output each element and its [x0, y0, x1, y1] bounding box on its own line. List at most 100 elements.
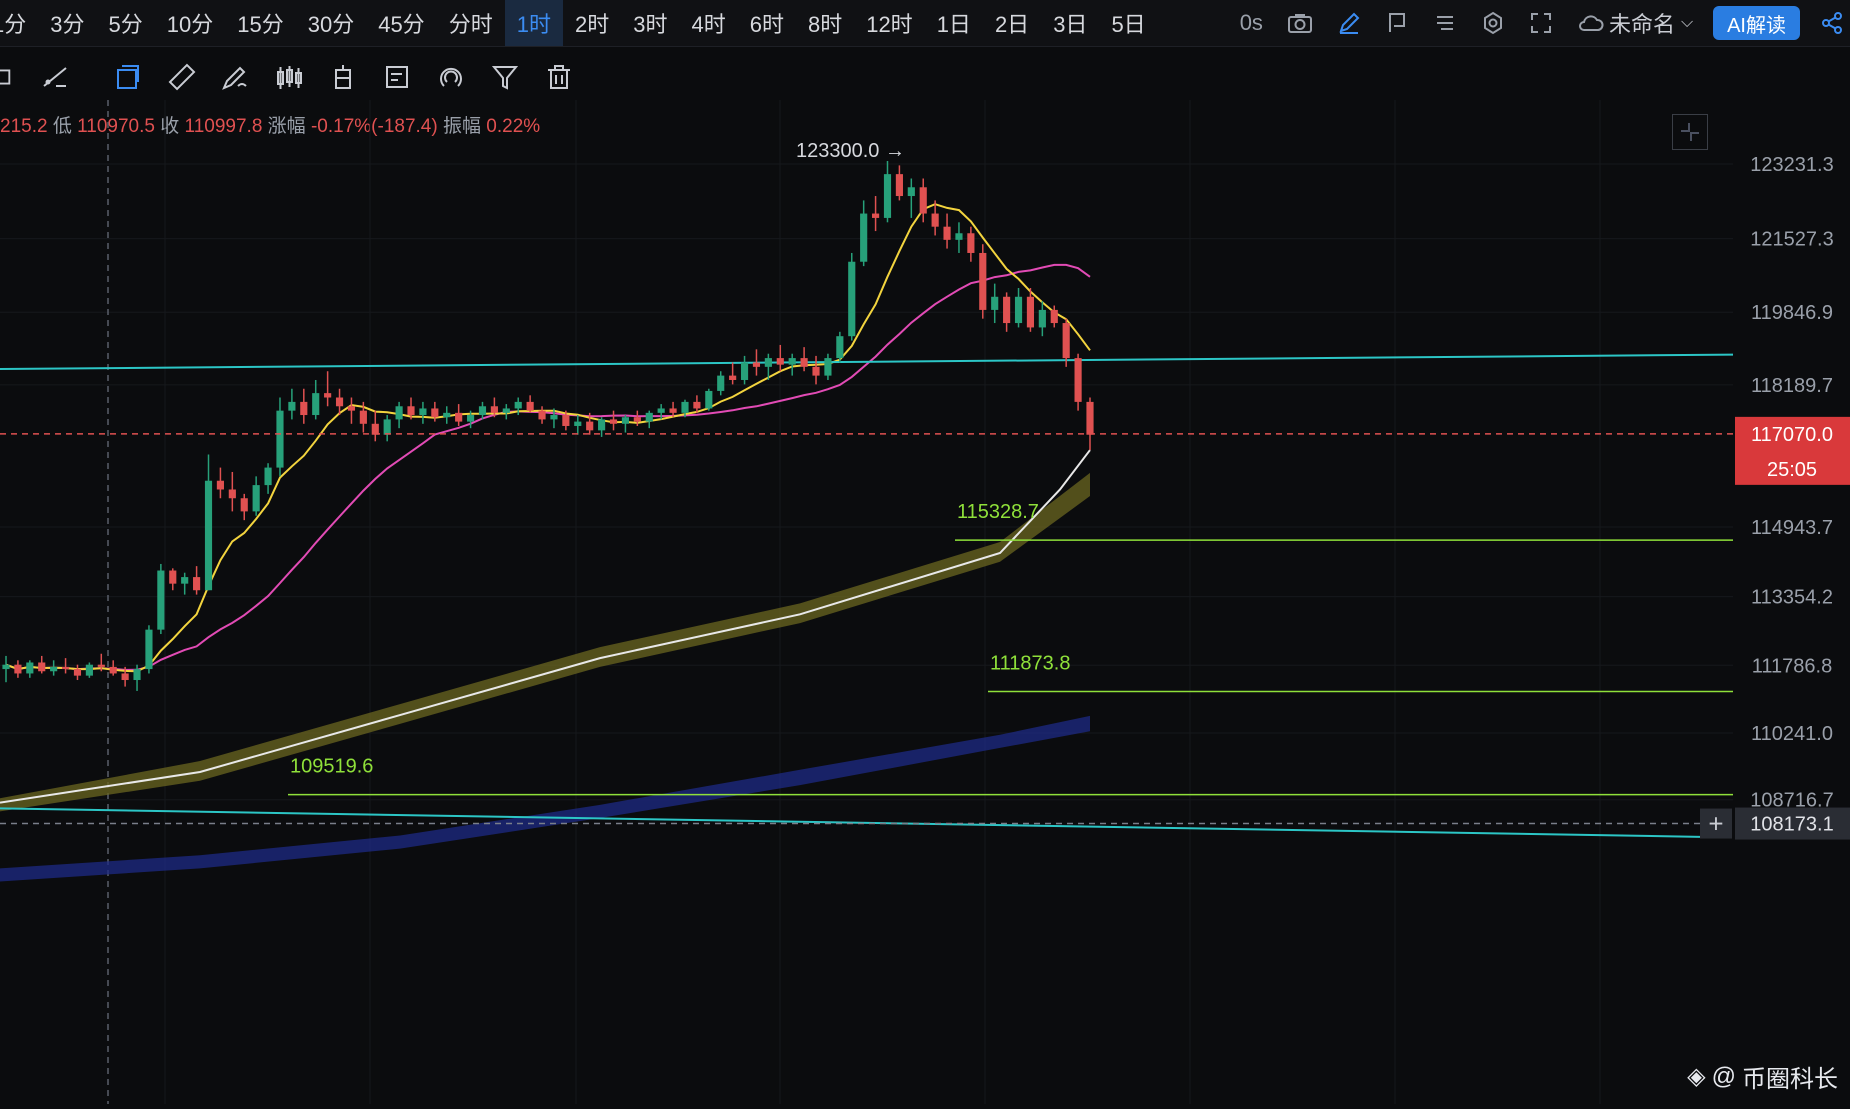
candle-body — [514, 401, 522, 409]
candle-body — [133, 669, 141, 681]
candle-body — [586, 421, 594, 431]
diamond-logo-icon: ◈ — [1687, 1063, 1706, 1090]
timeframe-tab[interactable]: 3时 — [621, 0, 679, 46]
pencil-icon[interactable] — [1325, 0, 1373, 46]
magnet-tool-icon[interactable] — [424, 52, 478, 102]
candle-body — [312, 393, 320, 416]
timeframe-tab[interactable]: 12时 — [854, 0, 924, 46]
candle-body — [693, 401, 701, 409]
timeframe-tab[interactable]: 45分 — [366, 0, 436, 46]
brush-tool-icon[interactable] — [208, 52, 262, 102]
price-axis-tick: 113354.2 — [1751, 587, 1833, 609]
trendline-tool-icon[interactable] — [28, 52, 82, 102]
settings-gear-icon[interactable] — [1469, 0, 1517, 46]
candle-body — [1038, 309, 1046, 328]
pink-ma-line — [5, 263, 1091, 671]
candle-body — [276, 410, 284, 468]
countdown-text: 25:05 — [1767, 459, 1817, 481]
candle-body — [85, 664, 93, 676]
price-axis-tick: 111786.8 — [1752, 655, 1832, 677]
candle-body — [919, 187, 927, 214]
ruler-tool-icon[interactable] — [154, 52, 208, 102]
timeframe-tab[interactable]: 2日 — [983, 0, 1041, 46]
candle-body — [788, 358, 796, 365]
timeframe-tab[interactable]: 5分 — [97, 0, 155, 46]
timeframe-tab[interactable]: 1分 — [0, 0, 38, 46]
indicator-icon[interactable] — [0, 52, 28, 102]
timeframe-tab[interactable]: 3日 — [1041, 0, 1099, 46]
timeframe-tab[interactable]: 6时 — [738, 0, 796, 46]
candlestick-chart[interactable]: 115328.7 111873.8 109519.6 123300.0 → 117070… — [0, 100, 1850, 1104]
candle-body — [347, 406, 356, 411]
timeframe-tab[interactable]: 1时 — [504, 0, 563, 46]
candle-body — [860, 213, 868, 262]
chart-area[interactable]: 115328.7 111873.8 109519.6 123300.0 → 117070… — [0, 100, 1850, 1104]
note-tool-icon[interactable] — [370, 52, 424, 102]
candle-body — [324, 393, 332, 398]
frame-tool-icon[interactable] — [100, 52, 154, 102]
candle-body — [764, 358, 772, 367]
countdown-toggle[interactable]: 0s — [1228, 0, 1275, 46]
timeframe-tab[interactable]: 5日 — [1099, 0, 1157, 46]
timeframe-tab[interactable]: 30分 — [296, 0, 366, 46]
candle-body — [61, 666, 70, 670]
yellow-ma-line — [5, 203, 1091, 673]
candle-body — [967, 233, 975, 253]
price-axis-tick: 118189.7 — [1751, 375, 1833, 397]
candle-body — [526, 401, 534, 411]
candle-body — [991, 296, 999, 310]
candle-body — [1062, 323, 1070, 359]
candle-body — [169, 570, 177, 584]
candle-body — [1074, 358, 1082, 402]
candle-body — [478, 406, 487, 416]
candle-body — [681, 401, 689, 413]
candle-body — [407, 406, 415, 416]
candle-body — [252, 485, 260, 512]
candle-body — [204, 480, 213, 591]
layout-name-dropdown[interactable]: 未命名 ⌵ — [1565, 0, 1705, 46]
timeframe-tab[interactable]: 3分 — [38, 0, 96, 46]
candle-body — [181, 577, 189, 584]
candle-body — [466, 415, 475, 422]
price-axis-tick: 123231.3 — [1750, 154, 1833, 176]
candle-body — [752, 362, 761, 367]
candle-body — [359, 410, 367, 424]
timeframe-tab[interactable]: 10分 — [155, 0, 225, 46]
candle-body — [955, 233, 963, 240]
candle-body — [645, 412, 653, 422]
price-axis-tick: 110241.0 — [1751, 723, 1833, 745]
menu-list-icon[interactable] — [1421, 0, 1469, 46]
crosshair-plus-icon: + — [1708, 809, 1723, 839]
candle-body — [669, 408, 677, 413]
position-tool-icon[interactable] — [316, 52, 370, 102]
timeframe-tab[interactable]: 分时 — [437, 0, 505, 46]
timeframe-tab[interactable]: 15分 — [225, 0, 295, 46]
candle-body — [883, 174, 892, 218]
candle-body — [1014, 296, 1023, 324]
candle-body — [50, 666, 58, 672]
candle-body — [907, 187, 915, 197]
alert-flag-icon[interactable] — [1373, 0, 1421, 46]
trash-icon[interactable] — [532, 52, 586, 102]
timeframe-tab[interactable]: 1日 — [925, 0, 983, 46]
filter-icon[interactable] — [478, 52, 532, 102]
candle-tool-icon[interactable] — [262, 52, 316, 102]
candle-body — [2, 664, 10, 670]
camera-icon[interactable] — [1275, 0, 1325, 46]
drawing-toolbar — [0, 52, 586, 102]
timeframe-list: 1分3分5分10分15分30分45分分时1时2时3时4时6时8时12时1日2日3… — [0, 0, 1158, 46]
timeframe-tab[interactable]: 8时 — [796, 0, 854, 46]
support-label: 109519.6 — [290, 756, 373, 778]
candle-body — [1086, 401, 1094, 435]
chevron-down-icon: ⌵ — [1680, 14, 1694, 31]
ai-analysis-button[interactable]: AI解读 — [1713, 6, 1800, 40]
timeframe-tab[interactable]: 2时 — [563, 0, 621, 46]
candle-body — [431, 408, 439, 418]
candle-body — [395, 406, 403, 420]
fullscreen-icon[interactable] — [1517, 0, 1565, 46]
share-icon[interactable] — [1808, 0, 1850, 46]
timeframe-tab[interactable]: 4时 — [679, 0, 737, 46]
price-axis-tick: 121527.3 — [1750, 229, 1833, 251]
candle-body — [609, 419, 618, 424]
candle-body — [145, 629, 153, 670]
